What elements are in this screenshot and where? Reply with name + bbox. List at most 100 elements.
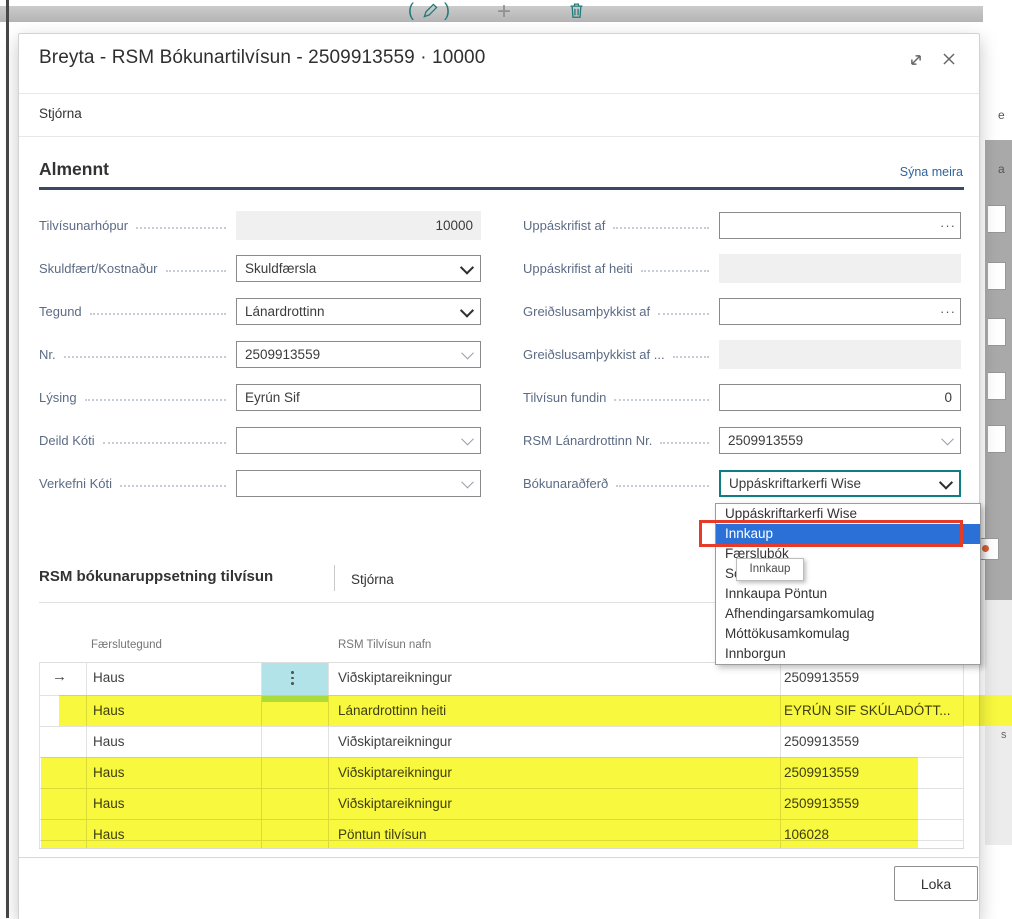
cell-value[interactable]: EYRÚN SIF SKÚLADÓTT...: [784, 703, 951, 718]
close-icon[interactable]: [938, 48, 960, 70]
edit-dialog: Breyta - RSM Bókunartilvísun - 250991355…: [18, 33, 980, 919]
dropdown-option-innborgun[interactable]: Innborgun: [716, 644, 980, 664]
field-input-verkefni-k-ti[interactable]: [236, 470, 481, 497]
dotted-leader: [85, 399, 226, 401]
divider: [19, 93, 979, 94]
field-label: Uppáskrifist af: [523, 218, 605, 233]
divider: [19, 136, 979, 137]
column-border: [780, 663, 781, 848]
field-value: 0: [720, 390, 960, 405]
background-text-fragment: e: [998, 108, 1005, 122]
field-input-deild-k-ti[interactable]: [236, 427, 481, 454]
dotted-leader: [103, 442, 226, 444]
cell-value[interactable]: 2509913559: [784, 796, 859, 811]
current-row-arrow-icon: →: [52, 668, 67, 685]
field-grei-slusam-ykkist-af: Greiðslusamþykkist af ...: [523, 340, 961, 369]
cell-faerslutegund[interactable]: Haus: [93, 670, 125, 685]
chevron-down-icon[interactable]: [454, 307, 480, 317]
field-input-skuldf-rt-kostna-ur[interactable]: Skuldfærsla: [236, 255, 481, 282]
table-row[interactable]: HausPöntun tilvísun106028: [39, 819, 964, 848]
assist-edit-icon[interactable]: ···: [940, 304, 960, 319]
table-row[interactable]: Haus Viðskiptareikningur 2509913559: [39, 757, 964, 788]
background-field-fragment: [988, 318, 1006, 346]
field-nr: Nr. 2509913559: [39, 340, 481, 369]
window-edge-bar: [6, 0, 9, 918]
field-l-sing: LýsingEyrún Sif: [39, 383, 481, 412]
cell-tilvisun-nafn[interactable]: Viðskiptareikningur: [338, 670, 452, 685]
show-more-link[interactable]: Sýna meira: [900, 165, 963, 179]
chevron-glyph: [460, 303, 474, 317]
add-icon[interactable]: +: [497, 0, 511, 26]
field-label: Skuldfært/Kostnaður: [39, 261, 158, 276]
assist-edit-icon[interactable]: ···: [940, 218, 960, 233]
table-row[interactable]: Haus Lánardrottinn heiti EYRÚN SIF SKÚLADÓ…: [39, 695, 964, 726]
dotted-leader: [616, 485, 709, 487]
cell-value[interactable]: 2509913559: [784, 670, 859, 685]
field-input-rsm-l-nardrottinn-nr[interactable]: 2509913559: [719, 427, 961, 454]
field-label: Deild Kóti: [39, 433, 95, 448]
cell-tilvisun-nafn[interactable]: Viðskiptareikningur: [338, 796, 452, 811]
cell-value[interactable]: 2509913559: [784, 765, 859, 780]
screen: { "colors": { "accent_teal": "#0e7d84", …: [0, 0, 1012, 918]
row-options-icon[interactable]: [291, 671, 294, 685]
cell-faerslutegund[interactable]: Haus: [93, 765, 125, 780]
field-input-nr[interactable]: 2509913559: [236, 341, 481, 368]
cell-tilvisun-nafn[interactable]: Lánardrottinn heiti: [338, 703, 446, 718]
lookup-chevron-icon[interactable]: [934, 436, 960, 445]
cell-faerslutegund[interactable]: Haus: [93, 734, 125, 749]
subsection-menu-stjorna[interactable]: Stjórna: [351, 572, 394, 587]
column-border: [39, 663, 40, 848]
background-toolbar: [0, 6, 983, 22]
dotted-leader: [613, 227, 709, 229]
field-label: Nr.: [39, 347, 56, 362]
close-dialog-button[interactable]: Loka: [894, 866, 978, 901]
background-field-fragment: [988, 372, 1006, 400]
chevron-down-icon[interactable]: [454, 264, 480, 274]
dropdown-option-innkaupa-p-ntun[interactable]: Innkaupa Pöntun: [716, 584, 980, 604]
section-underline: [39, 187, 964, 190]
dropdown-option-afhendingarsamkomulag[interactable]: Afhendingarsamkomulag: [716, 604, 980, 624]
chevron-down-icon[interactable]: [933, 479, 959, 489]
table-row[interactable]: Haus Viðskiptareikningur 2509913559: [39, 788, 964, 819]
field-input-tegund[interactable]: Lánardrottinn: [236, 298, 481, 325]
row-border: [39, 840, 964, 841]
delete-icon[interactable]: [567, 1, 586, 20]
chevron-glyph: [461, 476, 474, 489]
field-label: Greiðslusamþykkist af: [523, 304, 650, 319]
table-row[interactable]: → Haus Viðskiptareikningur 2509913559: [39, 663, 964, 695]
field-input-tilv-sun-fundin[interactable]: 0: [719, 384, 961, 411]
field-value: Lánardrottinn: [237, 304, 454, 319]
divider: [334, 565, 335, 591]
cell-value[interactable]: 2509913559: [784, 734, 859, 749]
subsection-title: RSM bókunaruppsetning tilvísun: [39, 568, 273, 585]
dotted-leader: [90, 313, 226, 315]
field-tilv-sunarh-pur: Tilvísunarhópur10000: [39, 211, 481, 240]
menu-stjorna[interactable]: Stjórna: [39, 106, 82, 121]
paren-open: (: [408, 0, 414, 20]
cell-tilvisun-nafn[interactable]: Viðskiptareikningur: [338, 765, 452, 780]
field-input-b-kunara-fer[interactable]: Uppáskriftarkerfi Wise: [719, 470, 961, 497]
chevron-glyph: [460, 260, 474, 274]
cell-tilvisun-nafn[interactable]: Viðskiptareikningur: [338, 734, 452, 749]
field-input-grei-slusam-ykkist-af[interactable]: ···: [719, 298, 961, 325]
edit-icon[interactable]: [421, 2, 439, 20]
column-header-rsm-tilvisun-nafn[interactable]: RSM Tilvísun nafn: [338, 639, 431, 651]
dotted-leader: [64, 356, 226, 358]
lookup-chevron-icon[interactable]: [454, 436, 480, 445]
dropdown-option-m-tt-kusamkomulag[interactable]: Móttökusamkomulag: [716, 624, 980, 644]
field-value: 2509913559: [237, 347, 454, 362]
dotted-leader: [673, 356, 709, 358]
field-input-upp-skrifist-af[interactable]: ···: [719, 212, 961, 239]
field-input-l-sing[interactable]: Eyrún Sif: [236, 384, 481, 411]
column-border: [963, 663, 964, 848]
cell-faerslutegund[interactable]: Haus: [93, 703, 125, 718]
background-text-fragment: a: [998, 162, 1005, 176]
column-border: [86, 663, 87, 848]
table-row[interactable]: Haus Viðskiptareikningur 2509913559: [39, 726, 964, 757]
column-header-faerslutegund[interactable]: Færslutegund: [91, 639, 162, 651]
lookup-chevron-icon[interactable]: [454, 350, 480, 359]
resize-dialog-icon[interactable]: [905, 49, 927, 71]
field-label: Tilvísun fundin: [523, 390, 606, 405]
cell-faerslutegund[interactable]: Haus: [93, 796, 125, 811]
lookup-chevron-icon[interactable]: [454, 479, 480, 488]
